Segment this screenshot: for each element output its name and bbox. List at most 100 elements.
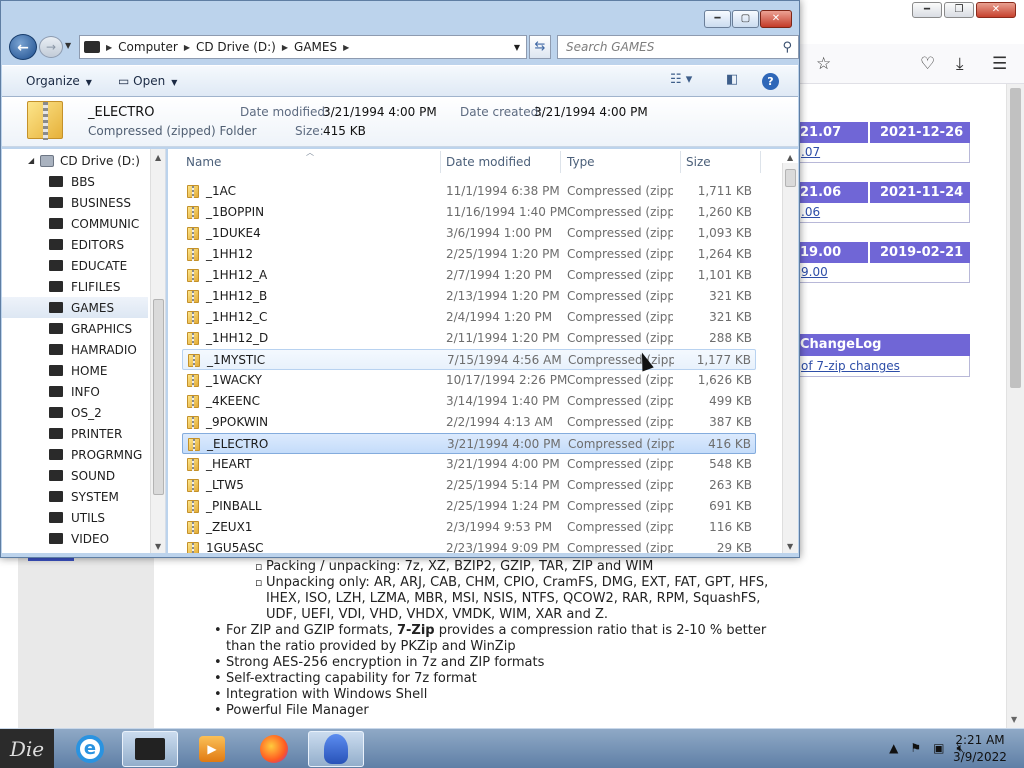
table-row[interactable]: _1MYSTIC 7/15/1994 4:56 AM Compressed (zip… — [182, 349, 756, 370]
back-button[interactable]: ← — [9, 34, 37, 60]
taskbar-media-player[interactable]: ▶ — [184, 731, 240, 767]
show-hidden-icons-icon[interactable]: ▲ — [889, 741, 898, 756]
pocket-icon[interactable]: ♡ — [920, 54, 935, 74]
explorer-close-button[interactable]: ✕ — [760, 10, 792, 28]
address-bar[interactable]: ▶ Computer ▶ CD Drive (D:) ▶ GAMES ▶ ▼ — [79, 35, 527, 59]
tree-scroll-thumb[interactable] — [153, 299, 164, 495]
table-row[interactable]: _1BOPPIN 11/16/1994 1:40 PM Compressed (zi… — [182, 202, 756, 223]
sidebar-item-editors[interactable]: EDITORS — [2, 234, 148, 255]
column-divider[interactable] — [760, 151, 761, 173]
browser-scrollbar[interactable]: ▼ — [1006, 84, 1024, 728]
table-row[interactable]: _1HH12 2/25/1994 1:20 PM Compressed (zipp.… — [182, 244, 756, 265]
release-link[interactable]: .06 — [801, 205, 820, 219]
open-button[interactable]: ▭ Open ▼ — [118, 74, 177, 88]
tree-scrollbar[interactable]: ▲ ▼ — [150, 149, 165, 553]
sidebar-item-hamradio[interactable]: HAMRADIO — [2, 339, 148, 360]
browser-close-button[interactable]: ✕ — [976, 2, 1016, 18]
table-row[interactable]: _1HH12_D 2/11/1994 1:20 PM Compressed (zip… — [182, 328, 756, 349]
breadcrumb-games[interactable]: GAMES — [294, 40, 337, 54]
breadcrumb-separator-icon[interactable]: ▶ — [184, 43, 190, 52]
sidebar-item-games[interactable]: GAMES — [2, 297, 148, 318]
table-row[interactable]: _HEART 3/21/1994 4:00 PM Compressed (zipp.… — [182, 454, 756, 475]
table-row[interactable]: _1AC 11/1/1994 6:38 PM Compressed (zipp...… — [182, 181, 756, 202]
start-button[interactable]: Die — [0, 729, 54, 768]
breadcrumb-separator-icon[interactable]: ▶ — [343, 43, 349, 52]
scroll-up-arrow-icon[interactable]: ▲ — [155, 153, 161, 162]
sidebar-item-printer[interactable]: PRINTER — [2, 423, 148, 444]
sidebar-item-business[interactable]: BUSINESS — [2, 192, 148, 213]
release-link[interactable]: 9.00 — [801, 265, 828, 279]
clock[interactable]: 2:21 AM 3/9/2022 — [940, 732, 1020, 766]
table-row[interactable]: _1HH12_C 2/4/1994 1:20 PM Compressed (zipp… — [182, 307, 756, 328]
table-row[interactable]: _ZEUX1 2/3/1994 9:53 PM Compressed (zipp..… — [182, 517, 756, 538]
menu-icon[interactable]: ☰ — [992, 54, 1007, 74]
address-dropdown-icon[interactable]: ▼ — [514, 43, 520, 52]
column-header-name[interactable]: Name — [186, 149, 221, 175]
browser-scroll-thumb[interactable] — [1010, 88, 1021, 388]
breadcrumb-cd-drive[interactable]: CD Drive (D:) — [196, 40, 276, 54]
sidebar-item-educate[interactable]: EDUCATE — [2, 255, 148, 276]
scroll-down-arrow-icon[interactable]: ▼ — [155, 542, 161, 551]
table-row[interactable]: _1HH12_A 2/7/1994 1:20 PM Compressed (zipp… — [182, 265, 756, 286]
change-view-icon[interactable]: ☷ ▾ — [670, 72, 692, 87]
explorer-minimize-button[interactable]: ━ — [704, 10, 731, 28]
browser-minimize-button[interactable]: ━ — [912, 2, 942, 18]
recent-pages-dropdown-icon[interactable]: ▼ — [65, 41, 71, 50]
expand-arrow-icon[interactable]: ◢ — [28, 156, 34, 165]
sidebar-item-flifiles[interactable]: FLIFILES — [2, 276, 148, 297]
explorer-title-bar[interactable]: ━ ▢ ✕ — [1, 1, 799, 33]
preview-pane-icon[interactable]: ◧ — [726, 72, 738, 87]
search-icon[interactable]: ⚲ — [782, 37, 792, 59]
column-divider[interactable] — [680, 151, 681, 173]
file-list-scrollbar[interactable]: ▲ ▼ — [782, 153, 798, 553]
help-button[interactable]: ? — [762, 73, 779, 90]
scroll-down-arrow-icon[interactable]: ▼ — [787, 542, 793, 551]
column-divider[interactable] — [440, 151, 441, 173]
breadcrumb-separator-icon[interactable]: ▶ — [106, 43, 112, 52]
sidebar-item-home[interactable]: HOME — [2, 360, 148, 381]
taskbar-app-shell[interactable] — [308, 731, 364, 767]
sidebar-item-system[interactable]: SYSTEM — [2, 486, 148, 507]
sidebar-item-graphics[interactable]: GRAPHICS — [2, 318, 148, 339]
tree-item-cd-drive[interactable]: ◢ CD Drive (D:) — [2, 150, 148, 171]
refresh-button[interactable]: ⇆ — [529, 35, 551, 59]
sidebar-item-progrmng[interactable]: PROGRMNG — [2, 444, 148, 465]
explorer-maximize-button[interactable]: ▢ — [732, 10, 759, 28]
sidebar-item-info[interactable]: INFO — [2, 381, 148, 402]
table-row[interactable]: _PINBALL 2/25/1994 1:24 PM Compressed (zip… — [182, 496, 756, 517]
column-divider[interactable] — [560, 151, 561, 173]
column-header-size[interactable]: Size — [686, 149, 711, 175]
sidebar-item-sound[interactable]: SOUND — [2, 465, 148, 486]
file-list-scroll-thumb[interactable] — [785, 169, 796, 187]
column-header-date-modified[interactable]: Date modified — [446, 149, 531, 175]
breadcrumb-separator-icon[interactable]: ▶ — [282, 43, 288, 52]
table-row[interactable]: _4KEENC 3/14/1994 1:40 PM Compressed (zipp… — [182, 391, 756, 412]
release-link[interactable]: .07 — [801, 145, 820, 159]
table-row[interactable]: _1HH12_B 2/13/1994 1:20 PM Compressed (zip… — [182, 286, 756, 307]
sidebar-item-os-2[interactable]: OS_2 — [2, 402, 148, 423]
forward-button[interactable]: → — [39, 36, 63, 58]
scroll-up-arrow-icon[interactable]: ▲ — [787, 153, 793, 162]
taskbar-internet-explorer[interactable]: e — [62, 731, 118, 767]
table-row[interactable]: _1DUKE4 3/6/1994 1:00 PM Compressed (zipp.… — [182, 223, 756, 244]
download-icon[interactable]: ⤓ — [956, 54, 964, 74]
breadcrumb-computer[interactable]: Computer — [118, 40, 178, 54]
sidebar-item-utils[interactable]: UTILS — [2, 507, 148, 528]
action-center-flag-icon[interactable]: ⚑ — [910, 741, 921, 756]
taskbar-firefox[interactable] — [246, 731, 302, 767]
column-header-type[interactable]: Type — [567, 149, 595, 175]
taskbar-windows-explorer[interactable] — [122, 731, 178, 767]
table-row[interactable]: _LTW5 2/25/1994 5:14 PM Compressed (zipp..… — [182, 475, 756, 496]
organize-button[interactable]: Organize ▼ — [26, 74, 92, 88]
table-row[interactable]: _1WACKY 10/17/1994 2:26 PM Compressed (zip… — [182, 370, 756, 391]
table-row[interactable]: 1GU5ASC 2/23/1994 9:09 PM Compressed (zipp… — [182, 538, 756, 553]
table-row[interactable]: _ELECTRO 3/21/1994 4:00 PM Compressed (zip… — [182, 433, 756, 454]
search-input[interactable]: Search GAMES ⚲ — [557, 35, 799, 59]
sidebar-item-communic[interactable]: COMMUNIC — [2, 213, 148, 234]
sidebar-item-bbs[interactable]: BBS — [2, 171, 148, 192]
bookmark-star-icon[interactable]: ☆ — [816, 54, 831, 74]
browser-restore-button[interactable]: ❐ — [944, 2, 974, 18]
sidebar-item-video[interactable]: VIDEO — [2, 528, 148, 549]
changelog-link[interactable]: of 7-zip changes — [801, 359, 900, 373]
scroll-down-arrow-icon[interactable]: ▼ — [1011, 715, 1017, 724]
